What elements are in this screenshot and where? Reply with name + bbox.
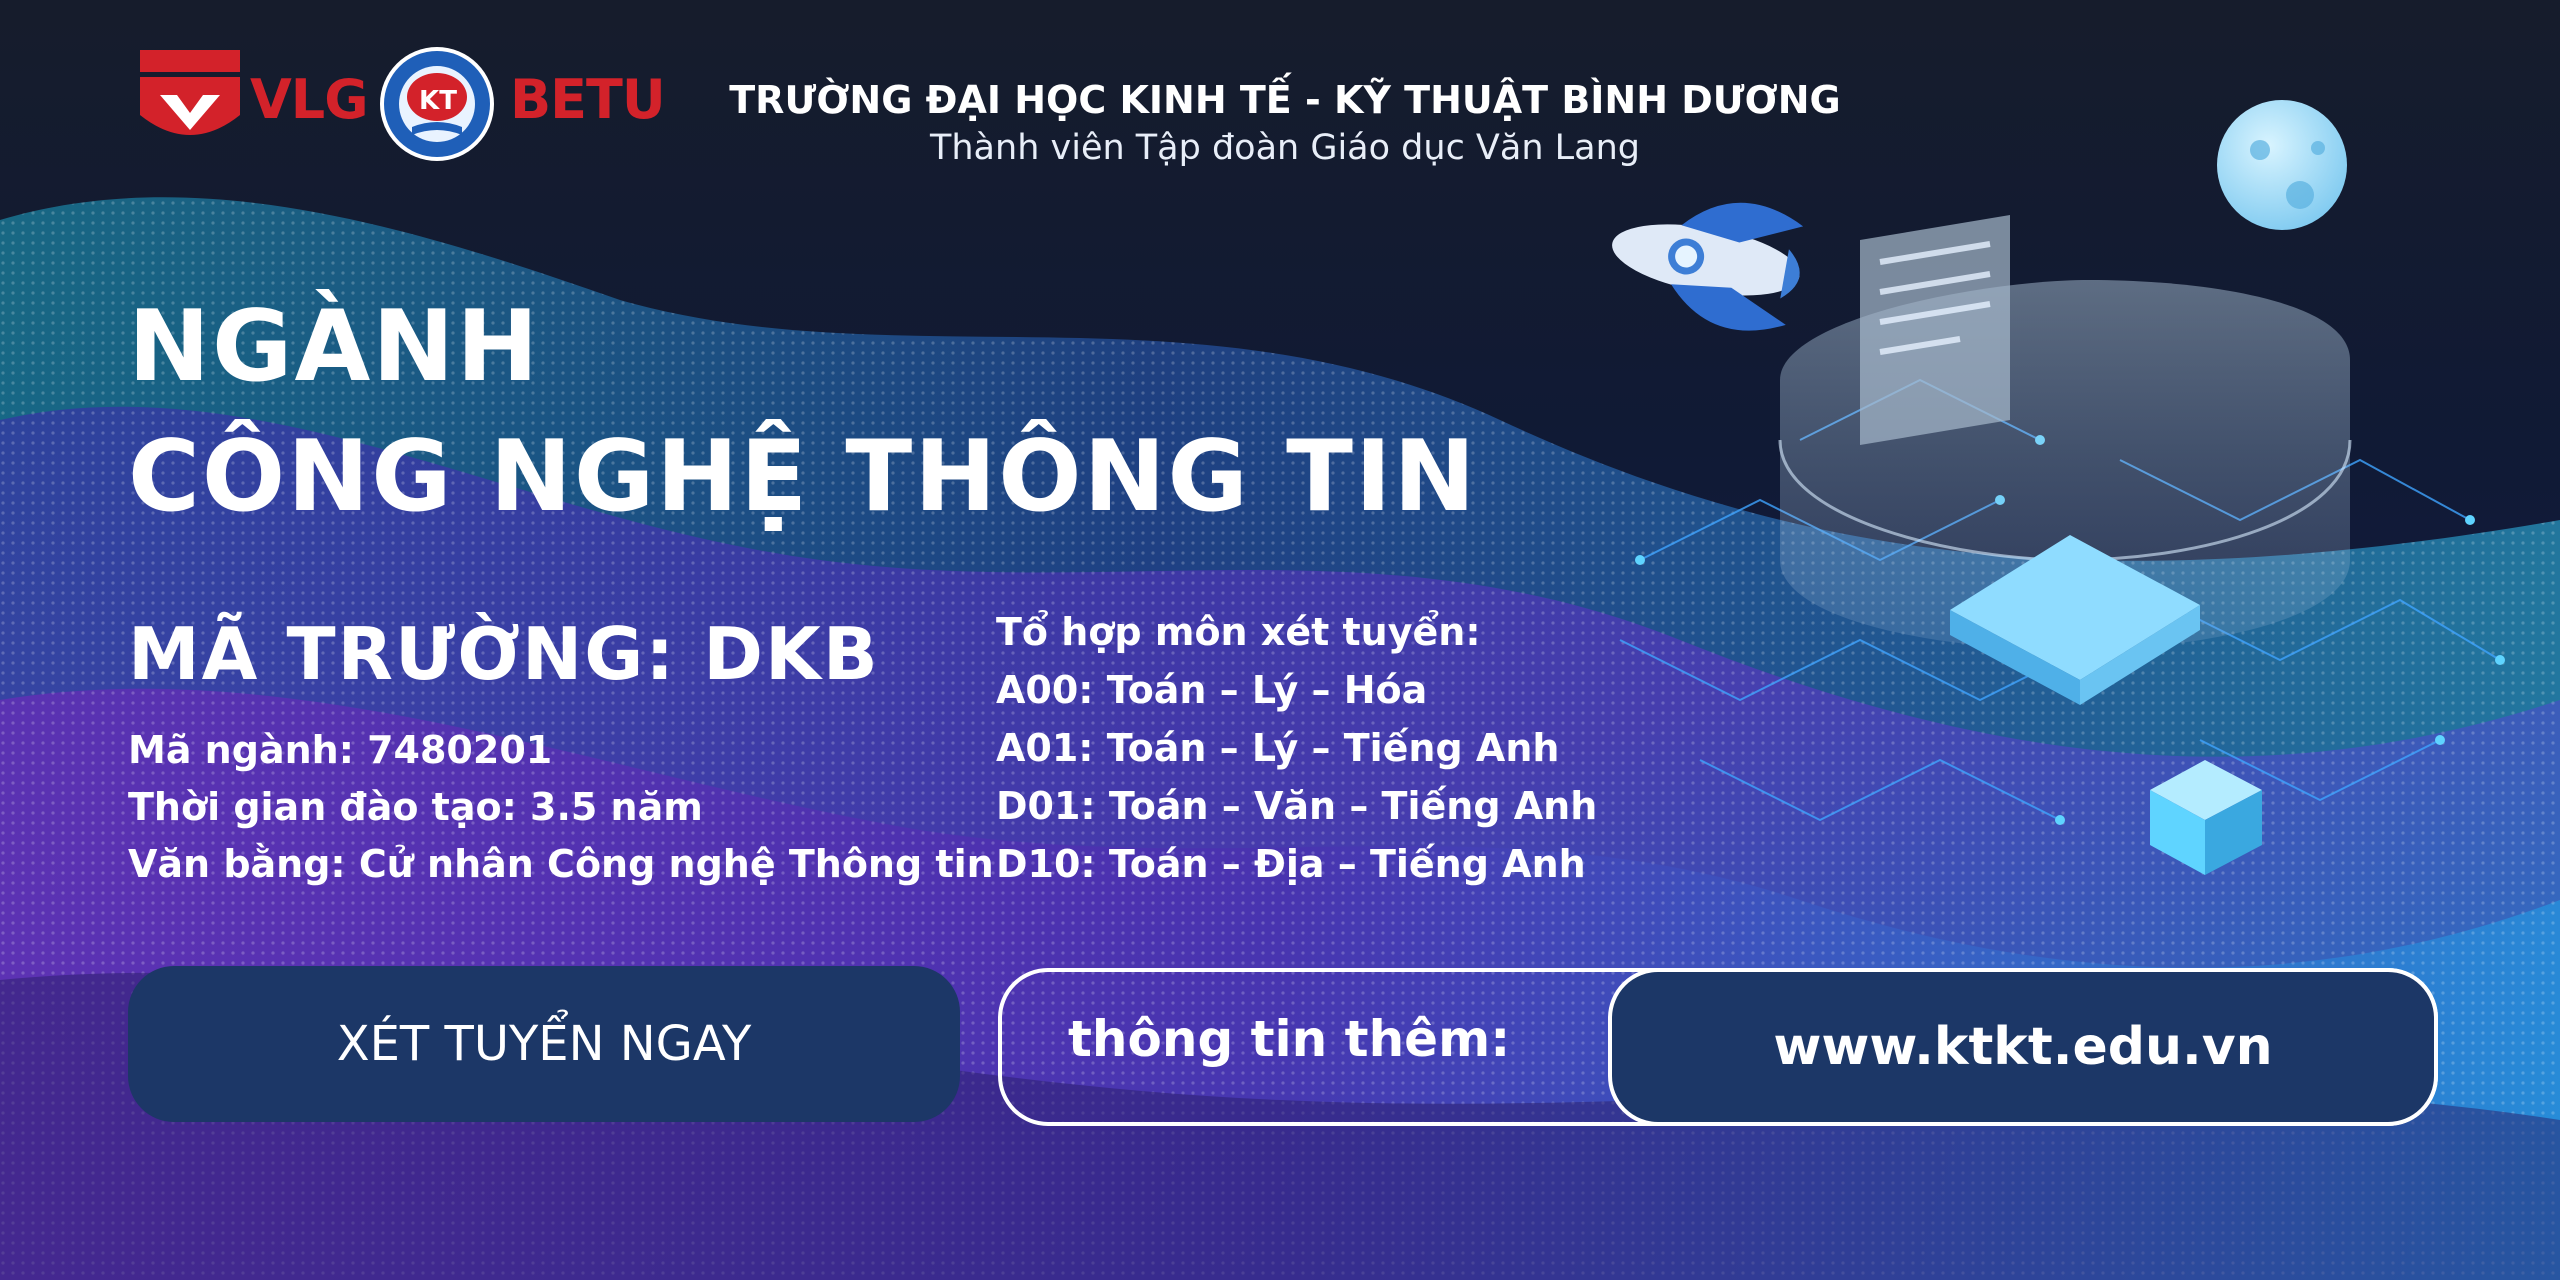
- member-line: Thành viên Tập đoàn Giáo dục Văn Lang: [930, 128, 1640, 168]
- training-duration: Thời gian đào tạo: 3.5 năm: [128, 785, 703, 829]
- title-line-2: CÔNG NGHỆ THÔNG TIN: [128, 420, 1478, 534]
- combination-item: A00: Toán – Lý – Hóa: [996, 668, 1428, 712]
- title-line-1: NGÀNH: [128, 290, 541, 404]
- combinations-heading: Tổ hợp môn xét tuyển:: [996, 610, 1481, 654]
- combination-item: D01: Toán – Văn – Tiếng Anh: [996, 784, 1598, 828]
- vlg-logo-icon: [140, 50, 240, 135]
- more-info-label: thông tin thêm:: [1068, 1010, 1511, 1068]
- combination-item: A01: Toán – Lý – Tiếng Anh: [996, 726, 1560, 770]
- vlg-brand: VLG: [250, 68, 369, 131]
- website-link[interactable]: www.ktkt.edu.vn: [1608, 968, 2438, 1126]
- combination-item: D10: Toán – Địa – Tiếng Anh: [996, 842, 1586, 886]
- school-code: MÃ TRƯỜNG: DKB: [128, 612, 880, 696]
- school-name: TRƯỜNG ĐẠI HỌC KINH TẾ - KỸ THUẬT BÌNH D…: [729, 78, 1841, 122]
- major-code: Mã ngành: 7480201: [128, 728, 553, 772]
- kt-seal-label: KT: [419, 86, 457, 116]
- apply-now-button[interactable]: XÉT TUYỂN NGAY: [128, 966, 960, 1122]
- degree: Văn bằng: Cử nhân Công nghệ Thông tin: [128, 842, 994, 886]
